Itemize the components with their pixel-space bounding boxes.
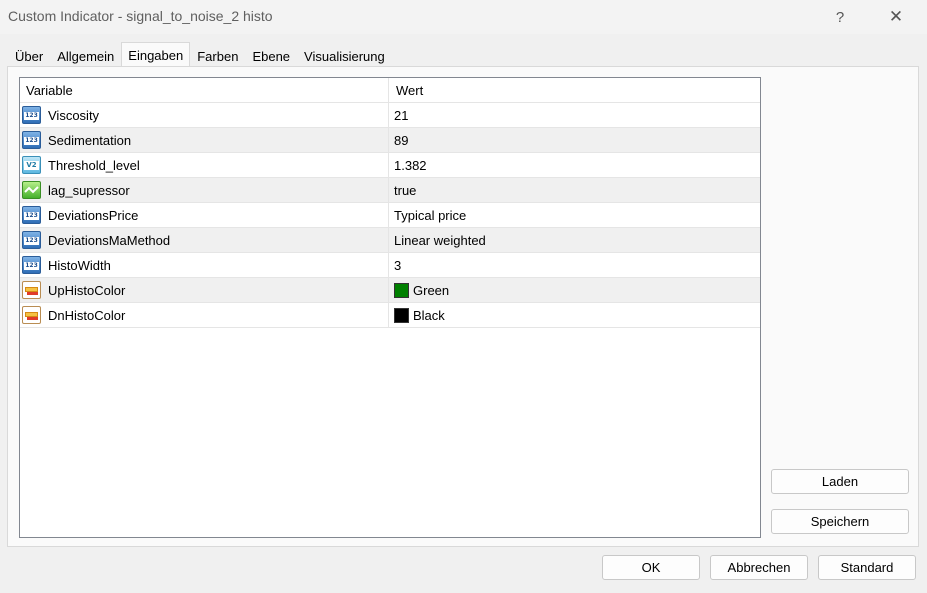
table-row[interactable]: UpHistoColor Green: [20, 278, 760, 303]
color-swatch[interactable]: [394, 308, 409, 323]
tab-allgemein[interactable]: Allgemein: [50, 44, 121, 67]
row-value[interactable]: 3: [394, 253, 401, 278]
table-row[interactable]: 123 DeviationsPrice Typical price: [20, 203, 760, 228]
bool-icon: [22, 181, 41, 199]
table-row[interactable]: 123 Sedimentation 89: [20, 128, 760, 153]
grid-header: Variable Wert: [20, 78, 760, 103]
tab-bar: Über Allgemein Eingaben Farben Ebene Vis…: [8, 42, 392, 67]
row-value[interactable]: Black: [413, 303, 445, 328]
row-value[interactable]: Green: [413, 278, 449, 303]
color-swatch[interactable]: [394, 283, 409, 298]
table-row[interactable]: 123 HistoWidth 3: [20, 253, 760, 278]
tab-visualisierung[interactable]: Visualisierung: [297, 44, 392, 67]
row-value[interactable]: true: [394, 178, 416, 203]
tab-ueber[interactable]: Über: [8, 44, 50, 67]
row-value[interactable]: 1.382: [394, 153, 427, 178]
save-button[interactable]: Speichern: [771, 509, 909, 534]
help-button[interactable]: ?: [817, 0, 863, 34]
row-value[interactable]: 89: [394, 128, 408, 153]
column-header-variable[interactable]: Variable: [26, 78, 73, 103]
ok-button[interactable]: OK: [602, 555, 700, 580]
inputs-grid: Variable Wert 123 Viscosity 21 123 Sedim…: [19, 77, 761, 538]
row-variable-name: DeviationsMaMethod: [48, 233, 171, 248]
tab-eingaben[interactable]: Eingaben: [121, 42, 191, 67]
tab-farben[interactable]: Farben: [190, 44, 245, 67]
row-variable-name: HistoWidth: [48, 258, 111, 273]
tab-ebene[interactable]: Ebene: [245, 44, 297, 67]
cancel-button[interactable]: Abbrechen: [710, 555, 808, 580]
integer-icon: 123: [22, 106, 41, 124]
table-row[interactable]: 123 Viscosity 21: [20, 103, 760, 128]
column-divider[interactable]: [388, 78, 389, 327]
inputs-panel: Variable Wert 123 Viscosity 21 123 Sedim…: [7, 66, 919, 547]
color-icon: [22, 306, 41, 324]
integer-icon: 123: [22, 256, 41, 274]
row-value[interactable]: Typical price: [394, 203, 466, 228]
row-variable-name: lag_supressor: [48, 183, 130, 198]
row-value[interactable]: 21: [394, 103, 408, 128]
row-variable-name: Sedimentation: [48, 133, 132, 148]
row-value[interactable]: Linear weighted: [394, 228, 486, 253]
row-variable-name: DeviationsPrice: [48, 208, 139, 223]
title-bar: Custom Indicator - signal_to_noise_2 his…: [0, 0, 927, 34]
table-row[interactable]: 123 DeviationsMaMethod Linear weighted: [20, 228, 760, 253]
integer-icon: 123: [22, 206, 41, 224]
default-button[interactable]: Standard: [818, 555, 916, 580]
column-header-value[interactable]: Wert: [396, 78, 423, 103]
close-button[interactable]: ✕: [873, 0, 919, 34]
row-variable-name: UpHistoColor: [48, 283, 126, 298]
integer-icon: 123: [22, 131, 41, 149]
double-icon: V2: [22, 156, 41, 174]
row-variable-name: Viscosity: [48, 108, 100, 123]
row-variable-name: Threshold_level: [48, 158, 140, 173]
color-icon: [22, 281, 41, 299]
table-row[interactable]: DnHistoColor Black: [20, 303, 760, 328]
load-button[interactable]: Laden: [771, 469, 909, 494]
row-variable-name: DnHistoColor: [48, 308, 126, 323]
window-title: Custom Indicator - signal_to_noise_2 his…: [8, 8, 273, 24]
table-row[interactable]: lag_supressor true: [20, 178, 760, 203]
table-row[interactable]: V2 Threshold_level 1.382: [20, 153, 760, 178]
integer-icon: 123: [22, 231, 41, 249]
